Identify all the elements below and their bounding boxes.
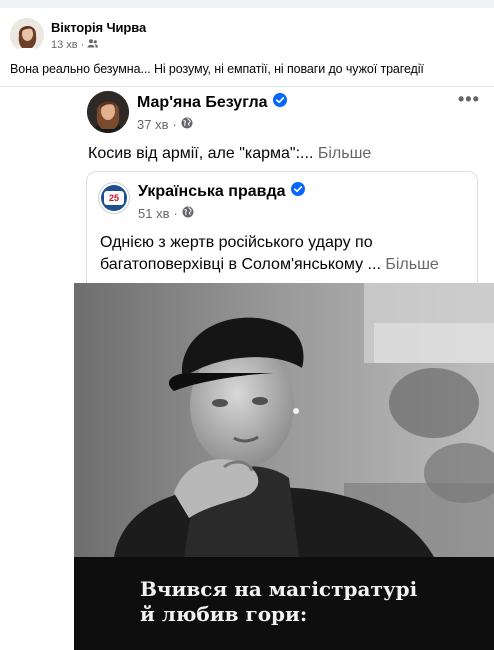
photo-caption: Вчився на магістратурі й любив гори: [140,577,417,627]
meta-separator: · [172,117,177,132]
shared-post-header: Мар'яна Безугла 37 хв · [87,91,287,133]
shared-post-text-body: Косив від армії, але "карма":... [88,145,314,162]
post-photo[interactable]: Вчився на магістратурі й любив гори: [74,283,494,650]
inner-post-text-line1: Однією з жертв російського удару по [100,234,373,251]
page-avatar[interactable]: 25 [98,182,130,214]
shared-author-name[interactable]: Мар'яна Безугла [137,94,268,112]
shared-post: Мар'яна Безугла 37 хв · ••• Косив від ар… [74,87,494,650]
shared-author-avatar[interactable] [87,91,129,133]
verified-badge-icon [290,182,305,201]
feed-gap [0,0,494,8]
meta-separator: · [80,39,85,51]
up-logo-text: 25 [104,191,124,205]
shared-post-text: Косив від армії, але "карма":... Більше [88,145,371,163]
up-logo-icon: 25 [101,185,127,211]
inner-post-header: 25 Українська правда 51 хв · [98,182,305,221]
see-more-link[interactable]: Більше [313,145,371,162]
see-more-link[interactable]: Більше [381,256,438,273]
post-text: Вона реально безумна... Ні розуму, ні ем… [10,62,424,76]
photo-caption-line2: й любив гори: [140,602,308,626]
verified-badge-icon [272,93,287,112]
outer-post-header: Вікторія Чирва 13 хв · [10,18,146,52]
meta-separator: · [173,206,178,221]
author-name[interactable]: Вікторія Чирва [51,20,146,35]
author-avatar[interactable] [10,18,44,52]
friends-icon [87,39,99,51]
inner-post-text-line2: багатоповерхівці в Солом'янському ... [100,256,381,273]
shared-post-time[interactable]: 37 хв [137,117,168,132]
feed-post: Вікторія Чирва 13 хв · Вона реально безу… [0,0,494,650]
more-options-button[interactable]: ••• [458,89,480,110]
page-name[interactable]: Українська правда [138,183,286,201]
photo-caption-line1: Вчився на магістратурі [140,577,418,601]
globe-icon [182,206,194,221]
photo-caption-band: Вчився на магістратурі й любив гори: [74,557,494,650]
inner-post-text: Однією з жертв російського удару по бага… [100,232,477,276]
inner-post-time[interactable]: 51 хв [138,206,169,221]
globe-icon [181,117,193,132]
post-time[interactable]: 13 хв [51,39,78,51]
